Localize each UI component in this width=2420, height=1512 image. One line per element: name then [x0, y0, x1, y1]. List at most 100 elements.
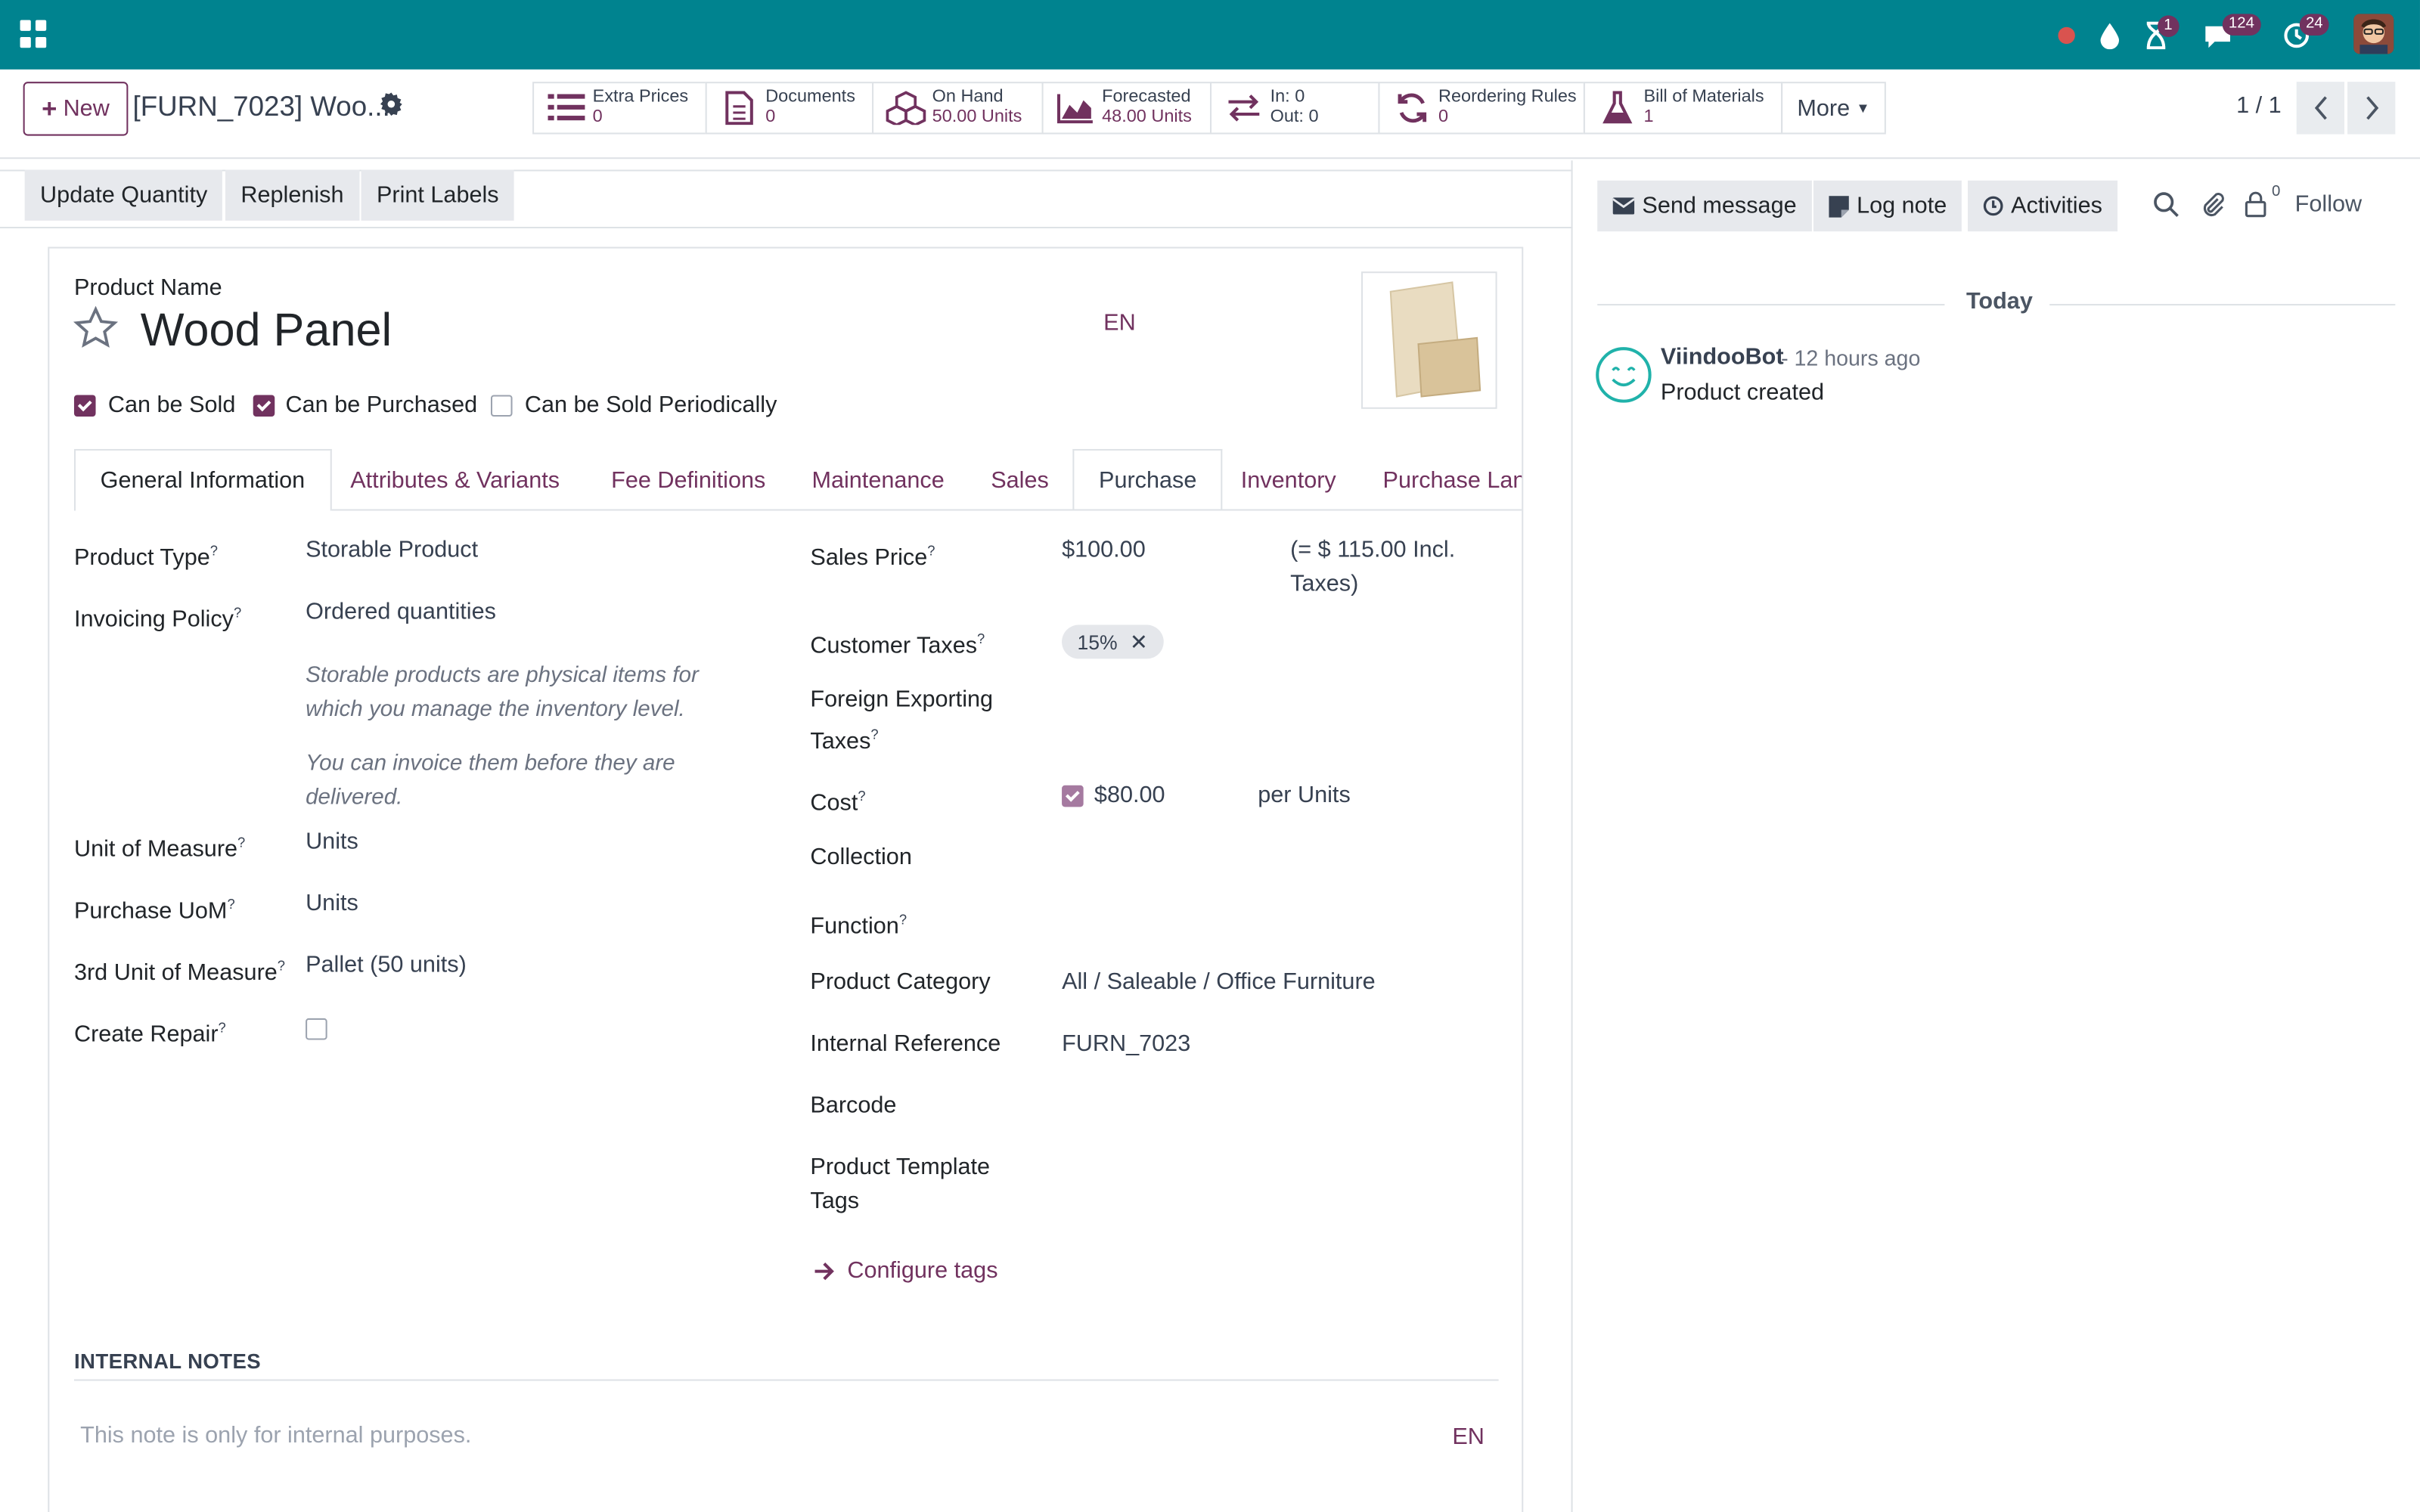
record-title: [FURN_7023] Woo...: [132, 91, 390, 122]
product-image[interactable]: [1360, 271, 1497, 409]
invoicing-policy-value[interactable]: Ordered quantities: [306, 596, 496, 630]
help-tooltip-icon: ?: [927, 543, 935, 559]
purchase-uom-value[interactable]: Units: [306, 887, 358, 921]
replenish-button[interactable]: Replenish: [225, 169, 359, 221]
product-category-label: Product Category: [810, 968, 991, 996]
new-button-label: New: [63, 95, 110, 122]
configure-tags-link[interactable]: Configure tags: [814, 1257, 998, 1284]
plus-icon: +: [42, 93, 57, 123]
send-message-label: Send message: [1642, 193, 1797, 219]
product-category-value[interactable]: All / Saleable / Office Furniture: [1062, 966, 1376, 1000]
invoicing-policy-label: Invoicing Policy?: [73, 604, 242, 633]
pager-previous-button[interactable]: [2296, 82, 2344, 135]
can-be-purchased-label: Can be Purchased: [285, 392, 478, 419]
print-labels-button[interactable]: Print Labels: [361, 169, 515, 221]
smart-value: 0: [765, 107, 776, 127]
tab-fee-definitions[interactable]: Fee Definitions: [587, 449, 791, 511]
help-tooltip-icon: ?: [227, 896, 235, 912]
collection-label: Collection: [810, 844, 912, 871]
can-be-sold-periodically-label: Can be Sold Periodically: [524, 392, 777, 419]
timer-badge: 24: [2299, 14, 2329, 36]
pager-value[interactable]: 1 / 1: [2236, 92, 2282, 119]
smart-label: Bill of Materials: [1643, 88, 1764, 107]
apps-menu-icon[interactable]: [20, 20, 48, 48]
tab-maintenance[interactable]: Maintenance: [787, 449, 970, 511]
product-type-label: Product Type?: [73, 543, 219, 572]
note-icon: [1829, 195, 1849, 217]
cost-value[interactable]: $80.00: [1094, 779, 1165, 813]
help-tooltip-icon: ?: [870, 727, 879, 742]
sales-price-value[interactable]: $100.00: [1062, 534, 1146, 568]
clock-icon: [1983, 196, 2003, 216]
smart-value: 0: [592, 107, 603, 127]
product-name-label: Product Name: [73, 274, 222, 301]
smart-button-reordering-rules[interactable]: Reordering Rules 0: [1378, 82, 1585, 135]
product-type-value[interactable]: Storable Product: [306, 534, 478, 568]
lang-toggle[interactable]: EN: [1103, 310, 1136, 336]
smart-button-in-out[interactable]: In: 0 Out: 0: [1209, 82, 1380, 135]
follow-button[interactable]: Follow: [2295, 191, 2362, 218]
area-chart-icon: [1056, 92, 1096, 124]
send-message-button[interactable]: Send message: [1597, 180, 1813, 232]
app-root: 1 124 24 + New [FURN_7023] Woo... Extra …: [0, 0, 2420, 1512]
tab-inventory[interactable]: Inventory: [1216, 449, 1360, 511]
remove-tag-icon[interactable]: ✕: [1130, 629, 1148, 655]
tab-general-information[interactable]: General Information: [73, 448, 331, 511]
gear-icon[interactable]: [380, 92, 403, 123]
smart-button-on-hand[interactable]: On Hand 50.00 Units: [872, 82, 1044, 135]
document-icon: [719, 91, 759, 125]
notebook-tabs: General Information Attributes & Variant…: [73, 448, 1522, 511]
smart-label: Forecasted: [1102, 88, 1191, 107]
internal-reference-value[interactable]: FURN_7023: [1062, 1027, 1190, 1061]
message-author[interactable]: ViindooBot: [1661, 344, 1784, 370]
smart-button-bill-of-materials[interactable]: Bill of Materials 1: [1583, 82, 1783, 135]
uom-value[interactable]: Units: [306, 826, 358, 860]
form-sheet: [48, 246, 1524, 1512]
tax-tag[interactable]: 15% ✕: [1062, 624, 1164, 659]
help-tooltip-icon: ?: [858, 788, 866, 804]
record-dot-icon[interactable]: [2052, 0, 2080, 70]
help-tooltip-icon: ?: [277, 958, 286, 974]
favorite-star-icon[interactable]: [73, 305, 119, 363]
pager-next-button[interactable]: [2347, 82, 2396, 135]
user-avatar[interactable]: [2353, 14, 2394, 54]
help-tooltip-icon: ?: [237, 835, 246, 850]
log-note-button[interactable]: Log note: [1813, 180, 1962, 232]
new-button[interactable]: + New: [23, 82, 129, 136]
drop-icon[interactable]: [2096, 0, 2124, 70]
create-repair-label: Create Repair?: [73, 1019, 226, 1048]
can-be-purchased-checkbox[interactable]: [253, 395, 275, 417]
envelope-icon: [1612, 197, 1635, 215]
smart-button-forecasted[interactable]: Forecasted 48.00 Units: [1041, 82, 1212, 135]
smart-button-extra-prices[interactable]: Extra Prices 0: [532, 82, 707, 135]
help-tooltip-icon: ?: [233, 604, 242, 621]
create-repair-checkbox[interactable]: [306, 1018, 327, 1040]
notes-lang-toggle[interactable]: EN: [1452, 1424, 1485, 1451]
paperclip-icon[interactable]: [2199, 191, 2226, 225]
tab-sales[interactable]: Sales: [966, 449, 1074, 511]
product-type-help-2: You can invoice them before they are del…: [306, 751, 675, 810]
more-dropdown[interactable]: More ▼: [1781, 82, 1886, 135]
smart-in: In: 0: [1270, 88, 1305, 107]
third-uom-label: 3rd Unit of Measure?: [73, 958, 286, 987]
exchange-icon: [1224, 92, 1264, 123]
lock-followers-icon[interactable]: [2244, 191, 2267, 225]
cost-checkbox[interactable]: [1062, 785, 1084, 807]
search-icon[interactable]: [2153, 191, 2180, 225]
configure-tags-label: Configure tags: [847, 1257, 998, 1284]
can-be-sold-periodically-checkbox[interactable]: [490, 395, 513, 417]
tab-purchase-landed-costs[interactable]: Purchase Lan: [1358, 449, 1522, 511]
activities-button[interactable]: Activities: [1968, 180, 2118, 232]
tab-purchase[interactable]: Purchase: [1072, 448, 1224, 511]
smart-button-documents[interactable]: Documents 0: [705, 82, 874, 135]
help-tooltip-icon: ?: [209, 543, 219, 559]
internal-notes-field[interactable]: This note is only for internal purposes.: [80, 1423, 471, 1449]
smart-value: 0: [1438, 107, 1449, 127]
update-quantity-button[interactable]: Update Quantity: [24, 169, 223, 221]
tab-attributes-variants[interactable]: Attributes & Variants: [326, 449, 585, 511]
cost-per-unit: per Units: [1258, 782, 1351, 809]
can-be-sold-checkbox[interactable]: [73, 395, 96, 417]
product-name-input[interactable]: Wood Panel: [141, 305, 392, 358]
third-uom-value[interactable]: Pallet (50 units): [306, 949, 467, 983]
customer-taxes-label: Customer Taxes?: [810, 631, 985, 659]
